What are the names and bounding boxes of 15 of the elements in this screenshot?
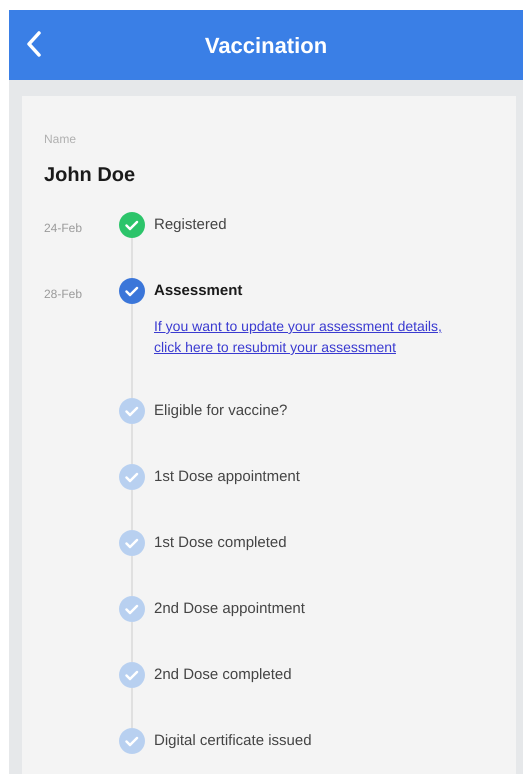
step-label: 2nd Dose completed: [154, 665, 293, 685]
screen-title: Vaccination: [204, 32, 328, 60]
step-date: 24-Feb: [44, 221, 82, 235]
name-label: Name: [44, 131, 78, 148]
step-label: 2nd Dose appointment: [154, 599, 306, 619]
person-name: John Doe: [44, 163, 136, 188]
step-label: Assessment: [154, 281, 244, 301]
resubmit-link[interactable]: If you want to update your assessment details, click here to resubmit your assessment: [154, 316, 444, 358]
step-label: 1st Dose completed: [154, 533, 288, 553]
step-label: 1st Dose appointment: [154, 467, 301, 487]
step-label: Registered: [154, 215, 228, 235]
step-label: Eligible for vaccine?: [154, 401, 288, 421]
back-button[interactable]: [25, 30, 43, 58]
step-date: 28-Feb: [44, 287, 82, 301]
step-label: Digital certificate issued: [154, 731, 313, 751]
